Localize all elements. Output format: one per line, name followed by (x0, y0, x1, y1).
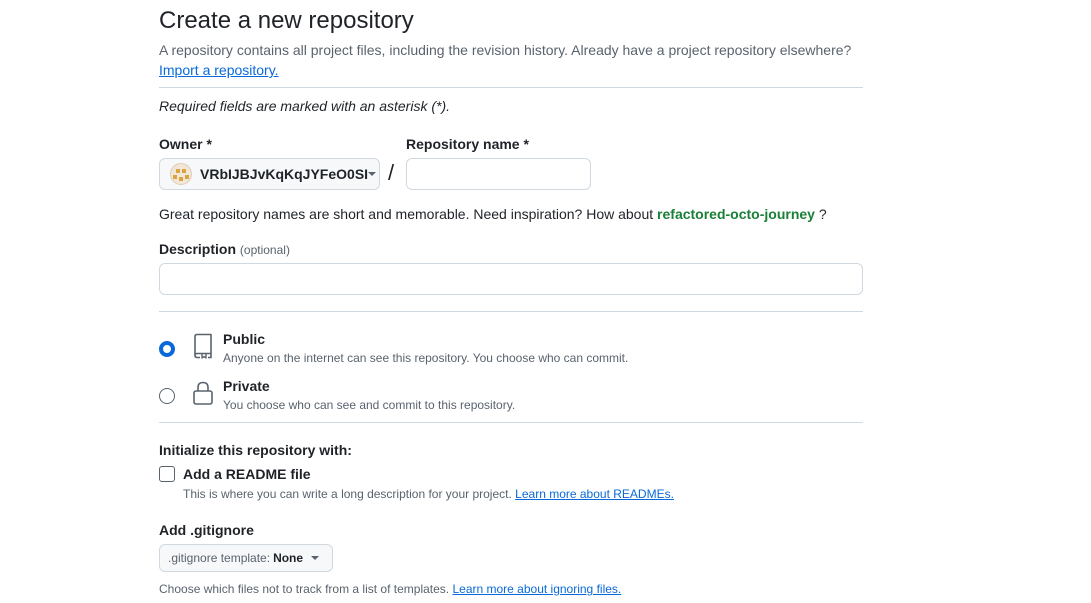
visibility-option-public[interactable]: Public Anyone on the internet can see th… (159, 331, 863, 371)
page: Create a new repository A repository con… (0, 0, 1091, 603)
gitignore-label: Add .gitignore (159, 522, 254, 538)
readme-description-text: This is where you can write a long descr… (183, 487, 512, 501)
public-title: Public (223, 331, 266, 347)
suggestion-prefix: Great repository names are short and mem… (159, 206, 654, 222)
visibility-option-private[interactable]: Private You choose who can see and commi… (159, 378, 863, 418)
private-description: You choose who can see and commit to thi… (223, 398, 516, 412)
readme-label[interactable]: Add a README file (183, 466, 311, 482)
repository-name-input[interactable] (406, 158, 591, 190)
page-title: Create a new repository (159, 7, 414, 34)
page-subtitle: A repository contains all project files,… (159, 40, 863, 80)
divider (159, 87, 863, 88)
readme-checkbox[interactable] (159, 466, 175, 482)
avatar (170, 163, 192, 185)
optional-tag: (optional) (239, 243, 290, 257)
subtitle-text: A repository contains all project files,… (159, 42, 852, 58)
chevron-down-icon (311, 556, 320, 560)
public-radio[interactable] (159, 341, 175, 357)
gitignore-template-dropdown[interactable]: .gitignore template: None (159, 544, 333, 572)
gitignore-button-value: None (273, 551, 304, 565)
lock-icon (193, 381, 213, 405)
private-title: Private (223, 378, 270, 394)
divider (159, 422, 863, 423)
owner-dropdown[interactable]: VRbIJBJvKqKqJYFeO0SI (159, 158, 380, 190)
owner-repo-separator: / (388, 160, 395, 185)
suggested-name[interactable]: refactored-octo-journey (657, 206, 815, 222)
repo-icon (194, 333, 212, 359)
description-label-text: Description (159, 241, 237, 257)
owner-name: VRbIJBJvKqKqJYFeO0SI (200, 166, 369, 182)
readme-description: This is where you can write a long descr… (183, 487, 674, 501)
gitignore-button-prefix: .gitignore template: (168, 551, 271, 565)
public-description: Anyone on the internet can see this repo… (223, 351, 629, 365)
chevron-down-icon (368, 172, 377, 176)
gitignore-description-text: Choose which files not to track from a l… (159, 582, 450, 596)
required-fields-note: Required fields are marked with an aster… (159, 98, 451, 114)
initialize-label: Initialize this repository with: (159, 442, 352, 458)
learn-readmes-link[interactable]: Learn more about READMEs. (515, 487, 674, 501)
owner-label: Owner * (159, 136, 212, 152)
private-radio[interactable] (159, 388, 175, 404)
repository-name-label: Repository name * (406, 136, 529, 152)
description-label: Description (optional) (159, 241, 290, 257)
gitignore-description: Choose which files not to track from a l… (159, 582, 621, 596)
import-repository-link[interactable]: Import a repository. (159, 62, 279, 78)
divider (159, 311, 863, 312)
suggestion-suffix: ? (818, 206, 827, 222)
name-suggestion: Great repository names are short and mem… (159, 206, 827, 222)
description-input[interactable] (159, 263, 863, 295)
learn-ignoring-files-link[interactable]: Learn more about ignoring files. (452, 582, 621, 596)
